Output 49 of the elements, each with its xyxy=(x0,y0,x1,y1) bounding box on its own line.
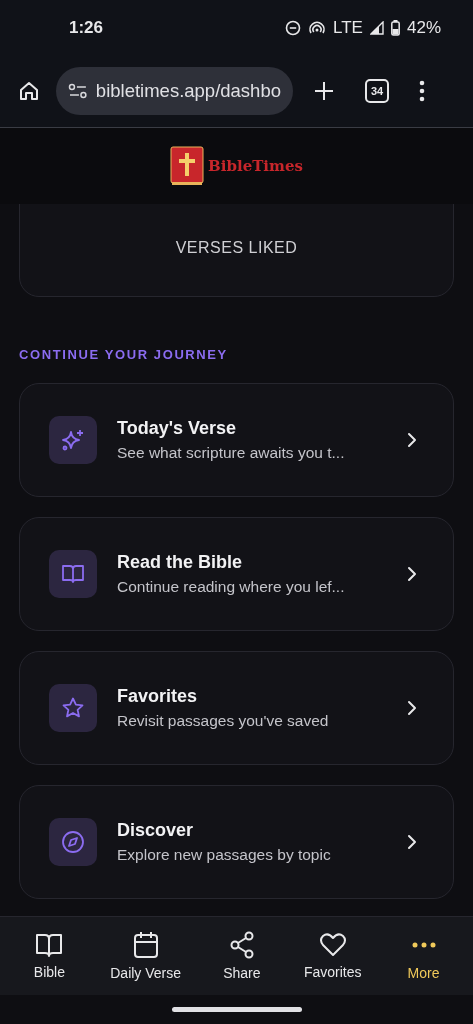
chevron-right-icon xyxy=(407,834,417,850)
open-book-icon xyxy=(61,562,85,586)
star-icon xyxy=(61,696,85,720)
bible-logo-icon xyxy=(170,146,205,186)
more-icon xyxy=(411,942,436,948)
card-title: Discover xyxy=(117,820,195,841)
stat-label: VERSES LIKED xyxy=(175,239,298,257)
nav-tab[interactable]: Daily Verse xyxy=(110,931,182,981)
share-icon xyxy=(228,931,255,959)
do-not-disturb-icon xyxy=(285,19,302,36)
nav-tab[interactable]: Favorites xyxy=(302,932,363,980)
heart-icon xyxy=(318,932,347,958)
card-subtitle: Explore new passages by topic xyxy=(117,846,332,864)
nav-tab[interactable]: Bible xyxy=(19,932,80,980)
calendar-icon xyxy=(132,931,159,959)
home-icon[interactable] xyxy=(18,80,40,102)
card-subtitle: Revisit passages you've saved xyxy=(117,712,330,730)
chevron-right-icon xyxy=(407,566,417,582)
battery-icon xyxy=(390,19,400,36)
card-title: Favorites xyxy=(117,686,199,707)
section-title: CONTINUE YOUR JOURNEY xyxy=(19,347,229,362)
sparkle-icon xyxy=(61,428,85,452)
status-time: 1:26 xyxy=(69,17,104,38)
gesture-handle[interactable] xyxy=(171,1007,302,1012)
url-text: bibletimes.app/dashbo xyxy=(95,80,281,102)
open-book-icon xyxy=(35,932,64,958)
battery-percent: 42% xyxy=(406,17,441,38)
address-bar[interactable]: bibletimes.app/dashbo xyxy=(56,67,293,115)
new-tab-icon[interactable] xyxy=(313,80,335,102)
nav-tab[interactable]: More xyxy=(393,931,454,981)
nav-tab[interactable]: Share xyxy=(211,931,272,981)
brand-name: BibleTimes xyxy=(208,157,303,175)
journey-card[interactable]: Read the Bible Continue reading where you lef... xyxy=(19,517,454,631)
hotspot-icon xyxy=(308,19,327,36)
site-settings-icon[interactable] xyxy=(68,82,88,100)
compass-icon xyxy=(61,830,85,854)
chevron-right-icon xyxy=(407,700,417,716)
network-type: LTE xyxy=(333,17,363,38)
signal-icon xyxy=(369,20,384,35)
journey-card[interactable]: Favorites Revisit passages you've saved xyxy=(19,651,454,765)
menu-icon[interactable] xyxy=(419,80,425,102)
tab-count-button[interactable]: 34 xyxy=(365,79,389,103)
card-subtitle: Continue reading where you lef... xyxy=(117,578,346,596)
card-title: Today's Verse xyxy=(117,418,237,439)
journey-card[interactable]: Discover Explore new passages by topic xyxy=(19,785,454,899)
card-subtitle: See what scripture awaits you t... xyxy=(117,444,346,462)
journey-card[interactable]: Today's Verse See what scripture awaits you t... xyxy=(19,383,454,497)
card-title: Read the Bible xyxy=(117,552,244,573)
chevron-right-icon xyxy=(407,432,417,448)
